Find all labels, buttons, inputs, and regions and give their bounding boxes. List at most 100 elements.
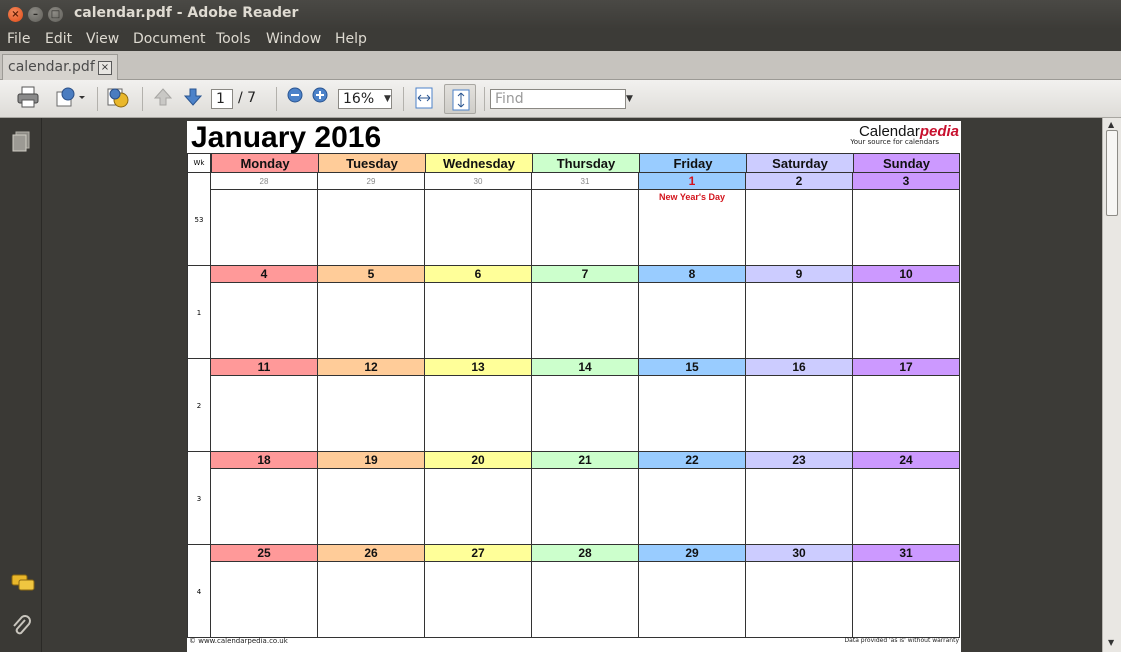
day-cell: 19 [318, 452, 425, 545]
day-cell: 14 [532, 359, 639, 452]
page-total: / 7 [238, 90, 257, 106]
tab-calendar-pdf[interactable]: calendar.pdf × [2, 54, 118, 80]
fit-page-icon [452, 89, 470, 111]
day-cell: 15 [639, 359, 746, 452]
date-number: 28 [211, 173, 317, 190]
zoom-out-button[interactable] [284, 86, 306, 112]
fit-width-icon [415, 87, 433, 109]
date-number: 17 [853, 359, 959, 376]
date-number: 25 [211, 545, 317, 562]
date-number: 10 [853, 266, 959, 283]
date-number: 21 [532, 452, 638, 469]
date-number: 15 [639, 359, 745, 376]
date-number: 2 [746, 173, 852, 190]
day-cell: 18 [211, 452, 318, 545]
find-input[interactable]: Find [490, 89, 626, 109]
day-cell: 27 [425, 545, 532, 638]
share-button[interactable] [52, 86, 88, 112]
day-cell: 8 [639, 266, 746, 359]
maximize-window-button[interactable]: □ [48, 7, 63, 22]
day-cell: 31 [853, 545, 960, 638]
toolbar-separator [142, 87, 143, 111]
day-cell: 9 [746, 266, 853, 359]
date-number: 18 [211, 452, 317, 469]
day-header-sunday: Sunday [853, 153, 960, 173]
vertical-scrollbar[interactable]: ▲ ▼ [1102, 118, 1121, 652]
menu-document[interactable]: Document [133, 31, 206, 47]
date-number: 7 [532, 266, 638, 283]
scrollbar-thumb[interactable] [1106, 130, 1118, 216]
day-header-wednesday: Wednesday [425, 153, 533, 173]
comment-icon [11, 574, 35, 591]
date-number: 16 [746, 359, 852, 376]
day-cell: 20 [425, 452, 532, 545]
date-number: 3 [853, 173, 959, 190]
zoom-in-button[interactable] [309, 86, 331, 112]
footer-disclaimer: Data provided 'as is' without warranty [844, 637, 959, 644]
fit-page-button[interactable] [444, 84, 476, 114]
scroll-up-arrow-icon[interactable]: ▲ [1108, 120, 1114, 129]
menu-help[interactable]: Help [335, 31, 367, 47]
chevron-down-icon[interactable]: ▼ [626, 89, 633, 109]
comments-panel-button[interactable] [10, 572, 36, 599]
arrow-up-icon [153, 88, 173, 106]
next-page-button[interactable] [180, 86, 206, 112]
week-column-header: Wk [187, 153, 211, 173]
attachments-panel-button[interactable] [10, 614, 32, 643]
minimize-window-button[interactable]: – [28, 7, 43, 22]
toolbar-separator [276, 87, 277, 111]
day-cell: 10 [853, 266, 960, 359]
zoom-out-icon [287, 87, 303, 103]
date-number: 11 [211, 359, 317, 376]
date-number: 5 [318, 266, 424, 283]
collaborate-button[interactable] [103, 86, 133, 112]
day-cell: 4 [211, 266, 318, 359]
date-number: 31 [853, 545, 959, 562]
date-number: 29 [318, 173, 424, 190]
day-cell: 30 [425, 173, 532, 266]
date-number: 8 [639, 266, 745, 283]
day-cell: 26 [318, 545, 425, 638]
date-number: 14 [532, 359, 638, 376]
logo-tagline: Your source for calendars [850, 138, 939, 146]
date-number: 22 [639, 452, 745, 469]
date-number: 13 [425, 359, 531, 376]
pages-panel-button[interactable] [10, 130, 32, 159]
date-number: 19 [318, 452, 424, 469]
scroll-down-arrow-icon[interactable]: ▼ [1108, 638, 1114, 647]
zoom-in-icon [312, 87, 328, 103]
tab-bar: calendar.pdf × [0, 51, 1121, 80]
day-cell: 7 [532, 266, 639, 359]
date-number: 1 [639, 173, 745, 190]
date-number: 9 [746, 266, 852, 283]
navigation-panel [0, 118, 42, 652]
review-icon [107, 88, 129, 108]
toolbar: 1 / 7 16% ▼ Find ▼ [0, 80, 1121, 118]
date-number: 4 [211, 266, 317, 283]
day-header-friday: Friday [639, 153, 747, 173]
printer-icon [17, 86, 39, 108]
menu-window[interactable]: Window [266, 31, 321, 47]
menu-view[interactable]: View [86, 31, 119, 47]
day-cell: 17 [853, 359, 960, 452]
menu-edit[interactable]: Edit [45, 31, 72, 47]
print-button[interactable] [12, 86, 44, 112]
day-cell: 3 [853, 173, 960, 266]
menu-file[interactable]: File [7, 31, 30, 47]
date-number: 6 [425, 266, 531, 283]
close-tab-icon[interactable]: × [98, 61, 112, 75]
fit-width-button[interactable] [410, 86, 438, 112]
day-cell: 28 [211, 173, 318, 266]
footer-copyright: © www.calendarpedia.co.uk [189, 637, 288, 645]
menu-bar: File Edit View Document Tools Window Hel… [0, 29, 1121, 51]
previous-page-button[interactable] [150, 86, 176, 112]
date-number: 28 [532, 545, 638, 562]
chevron-down-icon[interactable]: ▼ [384, 89, 391, 109]
menu-tools[interactable]: Tools [216, 31, 251, 47]
day-header-thursday: Thursday [532, 153, 640, 173]
page-number-input[interactable]: 1 [211, 89, 233, 109]
close-window-button[interactable]: × [8, 7, 23, 22]
day-cell: 12 [318, 359, 425, 452]
toolbar-separator [484, 87, 485, 111]
pdf-page: January 2016 Calendarpedia Your source f… [187, 121, 961, 652]
